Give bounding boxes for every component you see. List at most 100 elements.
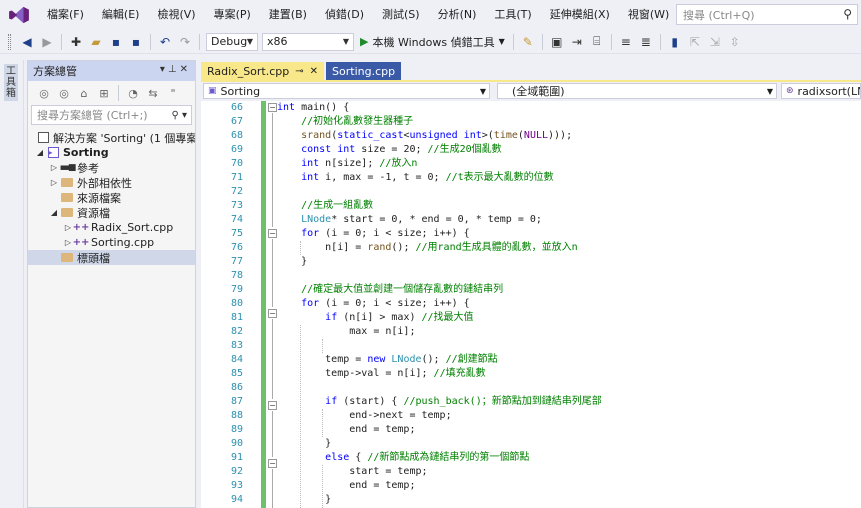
expanded-icon[interactable]: ◢ [48, 208, 60, 217]
pane-menu-icon[interactable]: ▾ [160, 64, 168, 75]
collapse-icon[interactable]: − [268, 103, 277, 112]
line-number: 72 [230, 186, 243, 197]
scope-select-value: (全域範圍) [512, 85, 565, 98]
line-number: 71 [230, 172, 243, 183]
overflow-icon[interactable]: " [164, 84, 182, 102]
menu-build[interactable]: 建置(B) [260, 0, 316, 30]
start-debugging-button[interactable]: ▶ 本機 Windows 偵錯工具 ▼ [360, 34, 505, 50]
menu-debug[interactable]: 偵錯(D) [316, 0, 373, 30]
menu-analyze[interactable]: 分析(N) [429, 0, 486, 30]
tree-item-label: 解決方案 'Sorting' (1 個專案 [53, 131, 195, 145]
play-icon: ▶ [360, 35, 369, 48]
tree-item-label: Sorting [63, 146, 109, 159]
tab-label: Sorting.cpp [332, 64, 396, 78]
menu-window[interactable]: 視窗(W) [619, 0, 678, 30]
comment-icon[interactable]: ≡ [617, 33, 635, 51]
collapse-icon[interactable]: − [268, 309, 277, 318]
tree-item-external-deps[interactable]: ▷ 外部相依性 [28, 175, 195, 190]
back-icon[interactable]: ◀ [18, 33, 36, 51]
line-number: 75 [230, 228, 243, 239]
project-select[interactable]: ▣ Sorting ▼ [203, 83, 490, 99]
home-icon[interactable]: ⌂ [75, 84, 93, 102]
tree-item-radix-sort[interactable]: ▷ ++ Radix_Sort.cpp [28, 220, 195, 235]
tree-item-references[interactable]: ▷ ▪▪■ 參考 [28, 160, 195, 175]
line-number: 91 [230, 452, 243, 463]
platform-select[interactable]: x86 ▼ [262, 32, 354, 51]
switch-views-icon[interactable]: ⊞ [95, 84, 113, 102]
menu-file[interactable]: 檔案(F) [38, 0, 93, 30]
code-line: LNode* start = 0, * end = 0, * temp = 0; [301, 214, 542, 225]
tree-item-resource-files[interactable]: ◢ 資源檔 [28, 205, 195, 220]
menu-test[interactable]: 測試(S) [373, 0, 429, 30]
tree-item-source-files[interactable]: 來源檔案 [28, 190, 195, 205]
collapsed-icon[interactable]: ▷ [48, 163, 60, 172]
visual-studio-logo-icon[interactable] [8, 6, 30, 24]
new-project-icon[interactable]: ✚ [67, 33, 85, 51]
hot-reload-icon[interactable]: ✎ [519, 33, 537, 51]
pin-icon[interactable]: ⊥ [168, 64, 180, 75]
search-icon[interactable]: ⚲ ▾ [171, 110, 187, 121]
tree-item-header-files[interactable]: 標頭檔 [28, 250, 195, 265]
pin-icon[interactable]: ⊸ [295, 66, 303, 77]
collapse-icon[interactable]: − [268, 401, 277, 410]
menu-tools[interactable]: 工具(T) [485, 0, 540, 30]
line-number: 81 [230, 312, 243, 323]
menu-project[interactable]: 專案(P) [205, 0, 260, 30]
tree-item-sorting-cpp[interactable]: ▷ ++ Sorting.cpp [28, 235, 195, 250]
undo-icon[interactable]: ↶ [156, 33, 174, 51]
pending-changes-icon[interactable]: ◔ [124, 84, 142, 102]
code-line: temp = new LNode(); //創建節點 [277, 354, 498, 365]
code-editor[interactable]: 66 67 68 69 70 71 72 73 74 75 76 77 78 7… [201, 101, 861, 508]
forward-icon[interactable]: ▶ [38, 33, 56, 51]
menu-view[interactable]: 檢視(V) [148, 0, 204, 30]
collapse-icon[interactable]: − [268, 459, 277, 468]
forward-icon[interactable]: ◎ [55, 84, 73, 102]
close-icon[interactable]: ✕ [310, 66, 318, 77]
collapsed-icon[interactable]: ▷ [48, 178, 60, 187]
menu-edit[interactable]: 編輯(E) [93, 0, 149, 30]
tree-item-project[interactable]: ◢ ▸ Sorting [28, 145, 195, 160]
sync-icon[interactable]: ⇆ [144, 84, 162, 102]
document-tab-bar: Radix_Sort.cpp ⊸ ✕ Sorting.cpp [201, 62, 861, 80]
prev-bookmark-icon[interactable]: ⇱ [686, 33, 704, 51]
open-file-icon[interactable]: ▰ [87, 33, 105, 51]
fold-line [272, 469, 273, 508]
cpp-file-icon: ++ [72, 237, 90, 248]
bookmark-icon[interactable]: ▮ [666, 33, 684, 51]
search-icon[interactable]: ⚲ [843, 7, 852, 21]
save-all-icon[interactable]: ▪ [127, 33, 145, 51]
line-number: 78 [230, 270, 243, 281]
separator [610, 33, 612, 50]
quick-search-input[interactable]: 搜尋 (Ctrl+Q) ⚲ [676, 4, 858, 25]
clear-bookmarks-icon[interactable]: ⇳ [726, 33, 744, 51]
close-icon[interactable]: ✕ [180, 64, 191, 75]
tab-radix-sort[interactable]: Radix_Sort.cpp ⊸ ✕ [201, 62, 325, 80]
expanded-icon[interactable]: ◢ [34, 148, 46, 157]
solution-search-input[interactable]: 搜尋方案總管 (Ctrl+;) ⚲ ▾ [31, 105, 192, 125]
tab-sorting[interactable]: Sorting.cpp [326, 62, 402, 80]
member-select[interactable]: ⊛ radixsort(LNo [781, 83, 861, 99]
save-icon[interactable]: ▪ [107, 33, 125, 51]
toggle-icon[interactable]: ⌸ [588, 33, 606, 51]
collapse-icon[interactable]: − [268, 229, 277, 238]
tree-item-label: 資源檔 [77, 206, 110, 220]
redo-icon[interactable]: ↷ [176, 33, 194, 51]
uncomment-icon[interactable]: ≣ [637, 33, 655, 51]
diagnostic-icon[interactable]: ▣ [548, 33, 566, 51]
code-line: if (start) { //push_back()；新節點加到鏈結串列尾部 [325, 396, 602, 407]
menu-bar: 檔案(F) 編輯(E) 檢視(V) 專案(P) 建置(B) 偵錯(D) 測試(S… [0, 0, 861, 30]
fold-line [272, 319, 273, 399]
line-number: 82 [230, 326, 243, 337]
menu-extensions[interactable]: 延伸模組(X) [541, 0, 619, 30]
pane-controls: ▾⊥✕ [160, 64, 191, 75]
tree-item-solution[interactable]: 解決方案 'Sorting' (1 個專案 [28, 130, 195, 145]
solution-explorer-title-bar: 方案總管 ▾⊥✕ [28, 61, 195, 81]
code-line: end->next = temp; [277, 410, 452, 421]
next-bookmark-icon[interactable]: ⇲ [706, 33, 724, 51]
toolbox-tab[interactable]: 工具箱 [4, 64, 18, 101]
step-icon[interactable]: ⇥ [568, 33, 586, 51]
toolbar-grip[interactable] [8, 33, 11, 50]
solution-config-select[interactable]: Debug ▼ [206, 32, 258, 51]
back-icon[interactable]: ◎ [35, 84, 53, 102]
scope-select[interactable]: (全域範圍) ▼ [497, 83, 777, 99]
